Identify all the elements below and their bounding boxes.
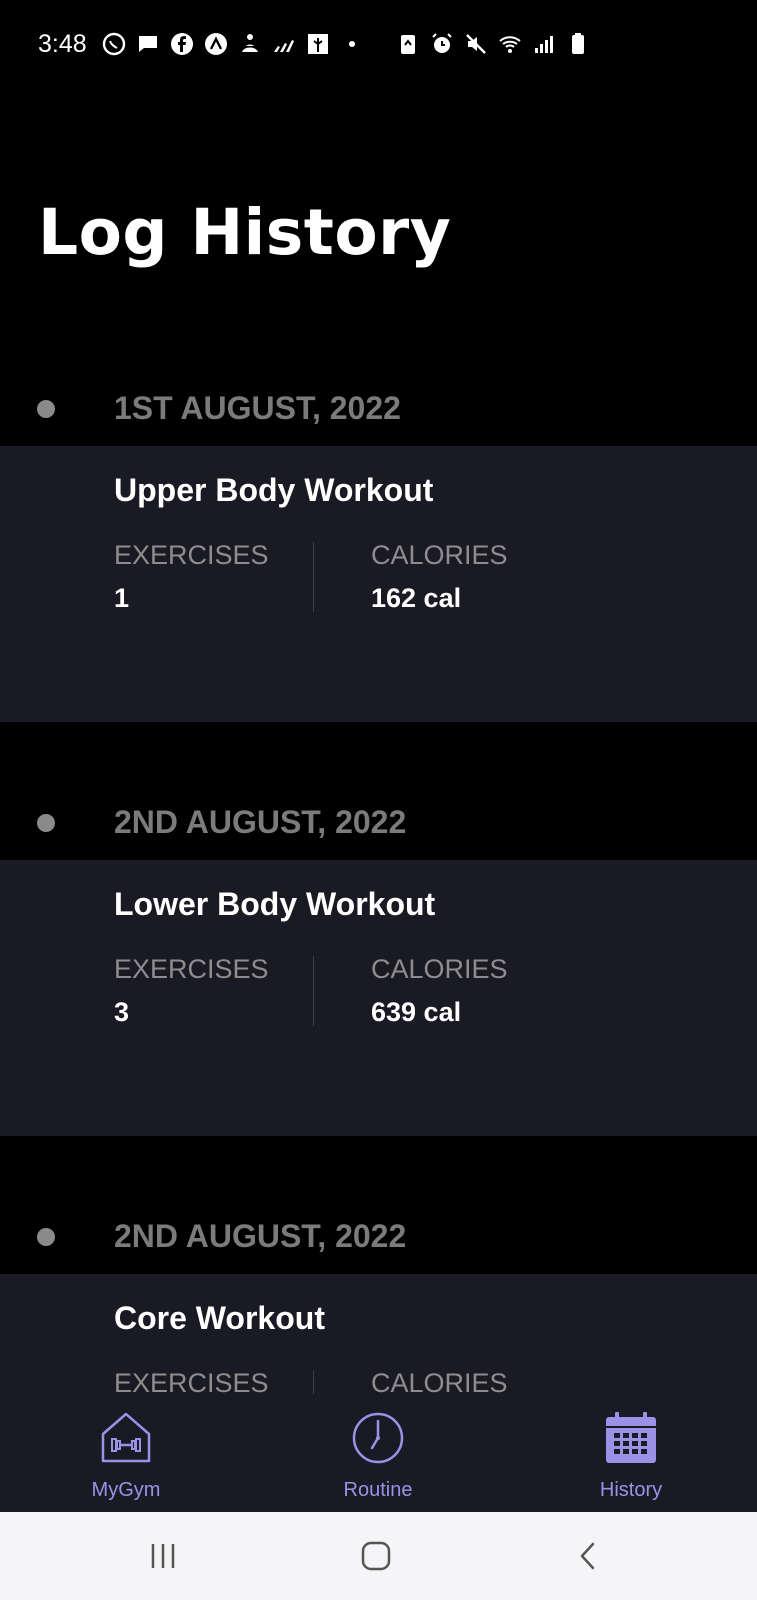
calories-label: CALORIES: [371, 954, 508, 984]
mute-icon: [466, 34, 486, 54]
clock-icon: [352, 1412, 404, 1464]
calories-value: 639 cal: [371, 997, 462, 1027]
system-nav-bar: [0, 1512, 757, 1600]
home-icon[interactable]: [352, 1532, 400, 1580]
workout-card[interactable]: Upper Body Workout EXERCISES 1 CALORIES …: [0, 446, 757, 722]
stat-divider: [313, 956, 314, 1026]
system-status-icons: [396, 32, 590, 56]
calories-stat: CALORIES 162 cal: [371, 540, 508, 614]
wifi-icon: [499, 36, 521, 53]
exercises-stat: EXERCISES 1: [114, 540, 269, 614]
home-dumbbell-icon: [101, 1412, 151, 1463]
message-icon: [139, 36, 157, 52]
calories-label: CALORIES: [371, 540, 508, 570]
log-entry: 2ND AUGUST, 2022 Lower Body Workout EXER…: [0, 770, 757, 1136]
nav-label: MyGym: [91, 1479, 161, 1501]
date-row: 2ND AUGUST, 2022: [0, 770, 757, 860]
page-title: Log History: [38, 196, 452, 269]
exercises-value: 3: [114, 997, 130, 1027]
exercises-label: EXERCISES: [114, 540, 269, 570]
log-entry: 2ND AUGUST, 2022 Core Workout EXERCISES …: [0, 1184, 757, 1400]
bottom-nav: MyGym Routine History: [0, 1394, 757, 1512]
date-row: 1ST AUGUST, 2022: [0, 356, 757, 446]
log-entry: 1ST AUGUST, 2022 Upper Body Workout EXER…: [0, 356, 757, 722]
nav-item-history[interactable]: History: [531, 1394, 731, 1512]
nav-item-routine[interactable]: Routine: [278, 1394, 478, 1512]
calories-stat: CALORIES 639 cal: [371, 954, 508, 1028]
app-tree-icon: [308, 34, 328, 54]
workout-card[interactable]: Core Workout EXERCISES CALORIES: [0, 1274, 757, 1400]
timeline-dot-icon: [37, 814, 55, 832]
signal-icon: [535, 36, 553, 53]
workout-name: Lower Body Workout: [114, 886, 436, 922]
exercises-value: 1: [114, 583, 130, 613]
log-date: 2ND AUGUST, 2022: [114, 804, 407, 840]
nav-label: History: [599, 1479, 663, 1501]
timeline-dot-icon: [37, 400, 55, 418]
calendar-icon: [606, 1412, 656, 1463]
more-dot-icon: [349, 41, 355, 47]
log-date: 1ST AUGUST, 2022: [114, 390, 401, 426]
status-time: 3:48: [38, 30, 87, 58]
workout-name: Core Workout: [114, 1300, 325, 1336]
status-bar: 3:48: [0, 0, 757, 92]
recent-apps-icon[interactable]: [139, 1532, 187, 1580]
nav-label: Routine: [343, 1479, 413, 1501]
exercises-label: EXERCISES: [114, 954, 269, 984]
stat-divider: [313, 542, 314, 612]
adidas-icon: [274, 40, 294, 52]
app-a-icon: [205, 33, 227, 55]
battery-icon: [572, 33, 584, 54]
alarm-icon: [432, 33, 452, 53]
back-icon[interactable]: [564, 1532, 612, 1580]
timeline-dot-icon: [37, 1228, 55, 1246]
battery-saver-icon: [401, 35, 415, 54]
workout-card[interactable]: Lower Body Workout EXERCISES 3 CALORIES …: [0, 860, 757, 1136]
nav-item-mygym[interactable]: MyGym: [26, 1394, 226, 1512]
facebook-icon: [171, 33, 193, 55]
notification-icons: [102, 32, 364, 56]
log-date: 2ND AUGUST, 2022: [114, 1218, 407, 1254]
workout-name: Upper Body Workout: [114, 472, 434, 508]
exercises-stat: EXERCISES 3: [114, 954, 269, 1028]
whatsapp-icon: [102, 32, 126, 56]
meditation-icon: [242, 34, 258, 52]
calories-value: 162 cal: [371, 583, 462, 613]
date-row: 2ND AUGUST, 2022: [0, 1184, 757, 1274]
